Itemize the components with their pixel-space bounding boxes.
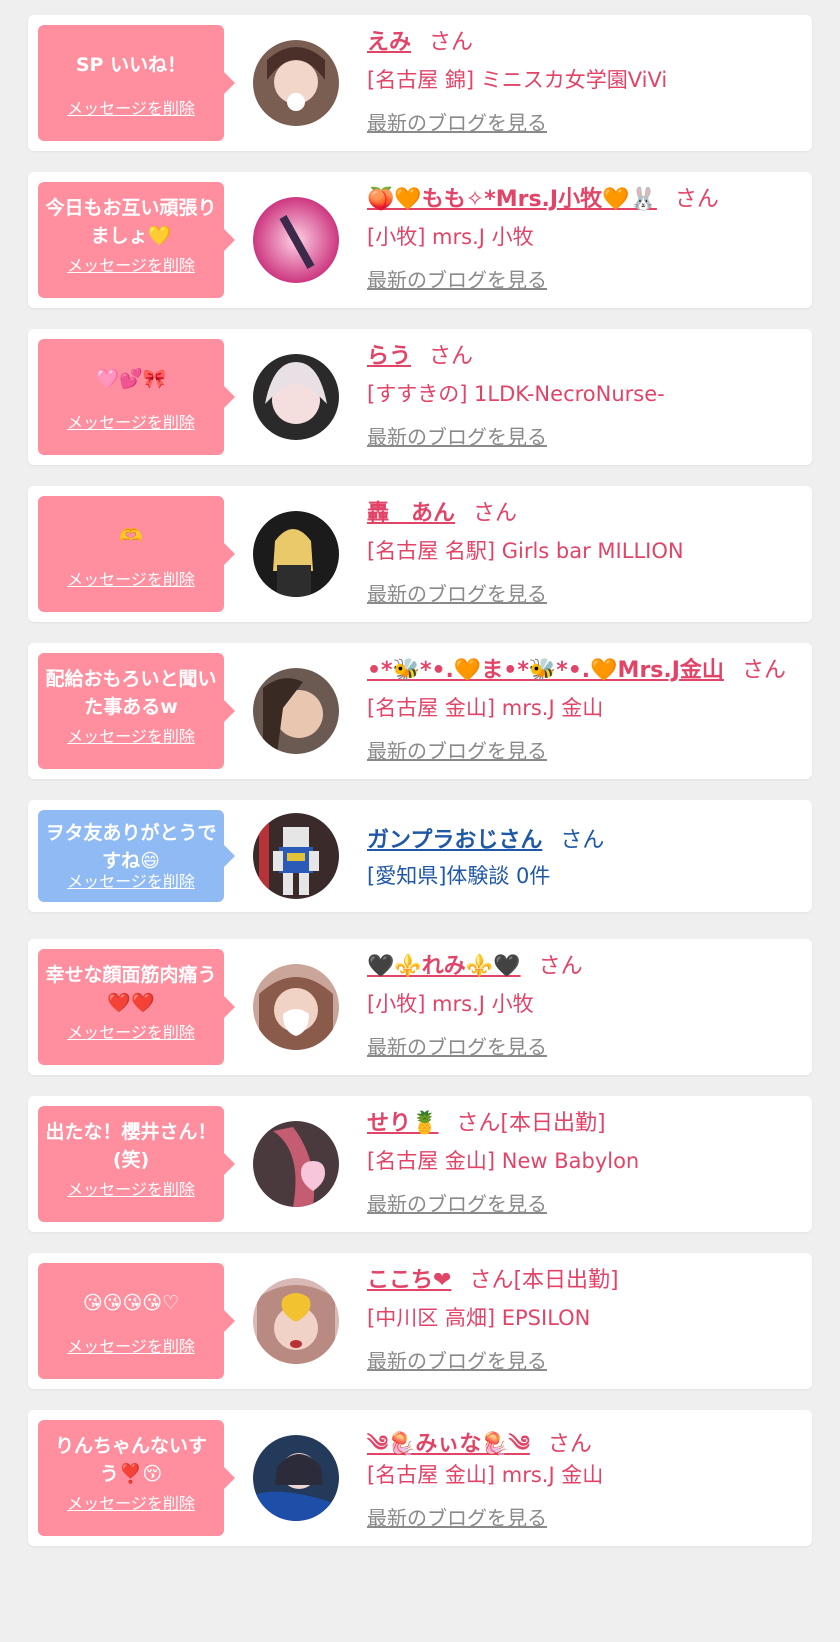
message-bubble: ヲタ友ありがとうですね😄 メッセージを削除 xyxy=(38,810,235,902)
sender-name-row: ここち❤ さん[本日出勤] xyxy=(367,1262,619,1294)
shop-info: [名古屋 金山] mrs.J 金山 xyxy=(367,696,604,720)
avatar[interactable] xyxy=(253,1278,339,1364)
avatar[interactable] xyxy=(253,197,339,283)
shop-info: [名古屋 金山] New Babylon xyxy=(367,1149,640,1173)
sender-name-link[interactable]: ༄🪼みぃな🪼༄ xyxy=(367,1432,530,1457)
sender-name-link[interactable]: せり🍍 xyxy=(367,1111,438,1136)
message-card: 😘😘😘😘♡ メッセージを削除 ここち❤ さん[本日出勤] [中川区 高畑] EPS… xyxy=(28,1253,812,1389)
delete-message-link[interactable]: メッセージを削除 xyxy=(38,252,224,276)
delete-message-link[interactable]: メッセージを削除 xyxy=(38,868,224,892)
sender-name-row: らう さん xyxy=(367,338,473,370)
honorific: さん[本日出勤] xyxy=(456,1111,606,1136)
sender-name-row: 轟 あん さん xyxy=(367,495,517,527)
avatar[interactable] xyxy=(253,511,339,597)
sender-name-row: •*🐝*•.🧡ま•*🐝*•.🧡Mrs.J金山 さん xyxy=(367,652,786,684)
sender-name-link[interactable]: ここち❤ xyxy=(367,1268,451,1293)
message-text: 出たな！櫻井さん！(笑) xyxy=(45,1121,217,1171)
avatar[interactable] xyxy=(253,1121,339,1207)
message-bubble: りんちゃんないすう❣️😚 メッセージを削除 xyxy=(38,1420,235,1536)
latest-blog-link[interactable]: 最新のブログを見る xyxy=(367,1502,547,1531)
message-text: 今日もお互い頑張りましょ💛 xyxy=(45,197,217,247)
delete-message-link[interactable]: メッセージを削除 xyxy=(38,566,224,590)
sender-name-row: 🖤⚜️れみ⚜️🖤 さん xyxy=(367,948,583,980)
message-card: 🩷💕🎀 メッセージを削除 らう さん [すすきの] 1LDK-NecroNurse… xyxy=(28,329,812,465)
latest-blog-link[interactable]: 最新のブログを見る xyxy=(367,578,547,607)
shop-info: [愛知県]体験談 0件 xyxy=(367,864,551,888)
honorific: さん xyxy=(674,187,719,212)
honorific: さん xyxy=(429,30,474,55)
avatar[interactable] xyxy=(253,354,339,440)
shop-info: [すすきの] 1LDK-NecroNurse- xyxy=(367,382,665,406)
message-bubble: 😘😘😘😘♡ メッセージを削除 xyxy=(38,1263,235,1379)
message-card: 出たな！櫻井さん！(笑) メッセージを削除 せり🍍 さん[本日出勤] [名古屋 金… xyxy=(28,1096,812,1232)
message-card: 今日もお互い頑張りましょ💛 メッセージを削除 🍑🧡もも✧*Mrs.J小牧🧡🐰 さん… xyxy=(28,172,812,308)
message-text: ヲタ友ありがとうですね😄 xyxy=(45,822,217,872)
message-text: 配給おもろいと聞いた事あるw xyxy=(45,668,217,718)
message-text: りんちゃんないすう❣️😚 xyxy=(54,1435,207,1485)
message-card: りんちゃんないすう❣️😚 メッセージを削除 ༄🪼みぃな🪼༄ さん [名古屋 金山]… xyxy=(28,1410,812,1546)
honorific: さん xyxy=(547,1432,592,1457)
shop-info: [名古屋 名駅] Girls bar MILLION xyxy=(367,539,684,563)
sender-name-link[interactable]: 🖤⚜️れみ⚜️🖤 xyxy=(367,954,521,979)
message-bubble: 🫶 メッセージを削除 xyxy=(38,496,235,612)
message-card: 幸せな顔面筋肉痛う❤️❤️ メッセージを削除 🖤⚜️れみ⚜️🖤 さん [小牧] m… xyxy=(28,939,812,1075)
delete-message-link[interactable]: メッセージを削除 xyxy=(38,723,224,747)
message-bubble: 出たな！櫻井さん！(笑) メッセージを削除 xyxy=(38,1106,235,1222)
avatar[interactable] xyxy=(253,40,339,126)
message-bubble: SP いいね！ メッセージを削除 xyxy=(38,25,235,141)
message-bubble: 🩷💕🎀 メッセージを削除 xyxy=(38,339,235,455)
delete-message-link[interactable]: メッセージを削除 xyxy=(38,1019,224,1043)
sender-name-link[interactable]: らう xyxy=(367,344,411,369)
sender-name-link[interactable]: 🍑🧡もも✧*Mrs.J小牧🧡🐰 xyxy=(367,187,657,212)
honorific: さん xyxy=(560,828,605,853)
delete-message-link[interactable]: メッセージを削除 xyxy=(38,95,224,119)
latest-blog-link[interactable]: 最新のブログを見る xyxy=(367,421,547,450)
message-text: 幸せな顔面筋肉痛う❤️❤️ xyxy=(45,964,217,1014)
message-text: 😘😘😘😘♡ xyxy=(82,1292,180,1314)
message-text: SP いいね！ xyxy=(75,54,187,76)
sender-name-link[interactable]: •*🐝*•.🧡ま•*🐝*•.🧡Mrs.J金山 xyxy=(367,658,724,683)
sender-name-row: ガンプラおじさん さん xyxy=(367,822,604,854)
message-text: 🫶 xyxy=(119,525,143,547)
message-bubble: 今日もお互い頑張りましょ💛 メッセージを削除 xyxy=(38,182,235,298)
shop-info: [小牧] mrs.J 小牧 xyxy=(367,225,534,249)
shop-info: [名古屋 金山] mrs.J 金山 xyxy=(367,1463,604,1487)
shop-info: [名古屋 錦] ミニスカ女学園ViVi xyxy=(367,68,668,92)
message-card: ヲタ友ありがとうですね😄 メッセージを削除 ガンプラおじさん さん [愛知県]体験… xyxy=(28,800,812,912)
delete-message-link[interactable]: メッセージを削除 xyxy=(38,409,224,433)
honorific: さん xyxy=(429,344,474,369)
avatar[interactable] xyxy=(253,964,339,1050)
message-card: SP いいね！ メッセージを削除 えみ さん [名古屋 錦] ミニスカ女学園ViV… xyxy=(28,15,812,151)
honorific: さん xyxy=(741,658,786,683)
message-card: 🫶 メッセージを削除 轟 あん さん [名古屋 名駅] Girls bar MIL… xyxy=(28,486,812,622)
latest-blog-link[interactable]: 最新のブログを見る xyxy=(367,107,547,136)
message-text: 🩷💕🎀 xyxy=(95,368,167,390)
sender-name-link[interactable]: 轟 あん xyxy=(367,501,455,526)
avatar[interactable] xyxy=(253,668,339,754)
sender-name-row: えみ さん xyxy=(367,24,473,56)
sender-name-row: せり🍍 さん[本日出勤] xyxy=(367,1105,606,1137)
honorific: さん xyxy=(473,501,518,526)
avatar[interactable] xyxy=(253,1435,339,1521)
honorific: さん xyxy=(538,954,583,979)
latest-blog-link[interactable]: 最新のブログを見る xyxy=(367,1188,547,1217)
avatar[interactable] xyxy=(253,813,339,899)
honorific: さん[本日出勤] xyxy=(469,1268,619,1293)
sender-name-link[interactable]: えみ xyxy=(367,30,411,55)
message-card: 配給おもろいと聞いた事あるw メッセージを削除 •*🐝*•.🧡ま•*🐝*•.🧡M… xyxy=(28,643,812,779)
delete-message-link[interactable]: メッセージを削除 xyxy=(38,1333,224,1357)
shop-info: [小牧] mrs.J 小牧 xyxy=(367,992,534,1016)
latest-blog-link[interactable]: 最新のブログを見る xyxy=(367,264,547,293)
message-bubble: 配給おもろいと聞いた事あるw メッセージを削除 xyxy=(38,653,235,769)
latest-blog-link[interactable]: 最新のブログを見る xyxy=(367,1031,547,1060)
message-bubble: 幸せな顔面筋肉痛う❤️❤️ メッセージを削除 xyxy=(38,949,235,1065)
latest-blog-link[interactable]: 最新のブログを見る xyxy=(367,735,547,764)
sender-name-row: 🍑🧡もも✧*Mrs.J小牧🧡🐰 さん xyxy=(367,181,719,213)
shop-info: [中川区 高畑] EPSILON xyxy=(367,1306,591,1330)
delete-message-link[interactable]: メッセージを削除 xyxy=(38,1176,224,1200)
delete-message-link[interactable]: メッセージを削除 xyxy=(38,1490,224,1514)
latest-blog-link[interactable]: 最新のブログを見る xyxy=(367,1345,547,1374)
sender-name-link[interactable]: ガンプラおじさん xyxy=(367,828,542,853)
